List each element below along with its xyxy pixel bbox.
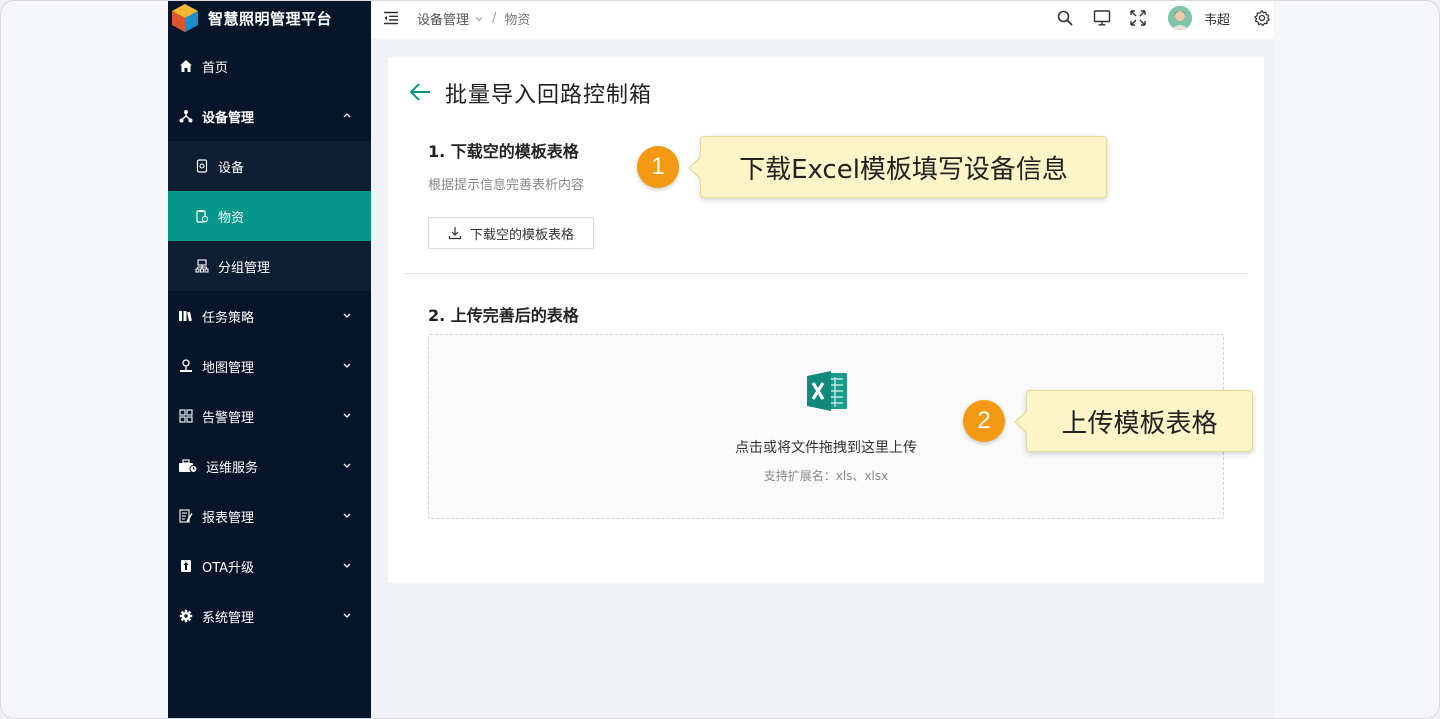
sidebar-item-task-strategy[interactable]: 任务策略 [168,291,371,341]
breadcrumb-current: 物资 [504,13,531,28]
callout-badge-2: 2 [963,400,1005,442]
chevron-down-icon [343,313,351,318]
fullscreen-icon[interactable] [1129,9,1147,27]
download-template-button[interactable]: 下载空的模板表格 [428,217,594,249]
gear-icon[interactable] [1253,9,1271,27]
device-icon [194,158,210,174]
chevron-down-icon [343,363,351,368]
report-icon [178,508,194,524]
dropzone-hint: 支持扩展名：xls、xlsx [763,469,889,483]
step1-title: 1. 下载空的模板表格 [428,142,579,161]
sidebar-item-label: 告警管理 [202,410,255,426]
monitor-icon[interactable] [1093,9,1111,27]
sidebar: 智慧照明管理平台 首页 设备管理 设备 物资 分组管理 任务策略 地图管理 告警… [168,1,371,718]
step1-description: 根据提示信息完善表析内容 [428,178,585,193]
sidebar-item-system-management[interactable]: 系统管理 [168,591,371,641]
sidebar-item-group-management[interactable]: 分组管理 [168,241,371,291]
sidebar-item-label: 运维服务 [206,460,259,476]
sidebar-item-ota-upgrade[interactable]: OTA升级 [168,541,371,591]
chevron-down-icon [343,563,351,568]
brand-title: 智慧照明管理平台 [208,9,333,28]
sidebar-item-label: 分组管理 [218,260,271,276]
sidebar-item-material[interactable]: 物资 [168,191,371,241]
sidebar-item-label: 设备管理 [202,110,255,126]
breadcrumb-device-management[interactable]: 设备管理 [417,9,469,28]
avatar[interactable] [1168,6,1192,30]
material-icon [194,208,210,224]
sidebar-item-label: 物资 [218,210,245,226]
sidebar-item-device[interactable]: 设备 [168,141,371,191]
sidebar-item-label: 首页 [202,60,229,76]
app-shell: 智慧照明管理平台 首页 设备管理 设备 物资 分组管理 任务策略 地图管理 告警… [168,1,1274,718]
chevron-down-icon[interactable] [474,14,484,24]
excel-file-icon [807,371,847,411]
page-title: 批量导入回路控制箱 [445,83,653,108]
breadcrumb: 设备管理 / 物资 [417,9,530,28]
chevron-down-icon [343,513,351,518]
grid-icon [178,408,194,424]
menu-fold-icon[interactable] [383,11,399,25]
step2-title: 2. 上传完善后的表格 [428,306,579,325]
sidebar-item-home[interactable]: 首页 [168,41,371,91]
group-icon [194,258,210,274]
map-pin-icon [178,358,194,374]
sidebar-item-label: 任务策略 [202,310,255,326]
sidebar-item-label: OTA升级 [202,560,255,576]
platform-logo-icon [172,4,198,32]
download-icon [448,227,462,240]
chevron-down-icon [343,463,351,468]
sidebar-item-label: 报表管理 [202,510,255,526]
sidebar-item-ops-service[interactable]: 运维服务 [168,441,371,491]
sidebar-item-map-management[interactable]: 地图管理 [168,341,371,391]
sidebar-item-report-management[interactable]: 报表管理 [168,491,371,541]
sidebar-item-device-management[interactable]: 设备管理 [168,91,371,141]
top-header: 设备管理 / 物资 韦超 [371,1,1274,39]
window-frame: 智慧照明管理平台 首页 设备管理 设备 物资 分组管理 任务策略 地图管理 告警… [0,0,1440,719]
toolbox-icon [178,458,198,474]
chevron-down-icon [343,413,351,418]
home-icon [178,58,194,74]
brand: 智慧照明管理平台 [168,1,371,35]
sidebar-item-label: 地图管理 [202,360,255,376]
back-arrow-icon[interactable] [408,81,432,103]
chevron-down-icon [343,613,351,618]
chevron-up-icon [343,113,351,118]
search-icon[interactable] [1056,9,1074,27]
callout-badge-1: 1 [637,146,679,188]
sidebar-item-label: 系统管理 [202,610,255,626]
sidebar-item-label: 设备 [218,160,245,176]
breadcrumb-separator: / [492,11,497,26]
user-name[interactable]: 韦超 [1204,9,1230,28]
strategy-icon [178,308,194,324]
callout-upload: 上传模板表格 [1014,390,1253,452]
sidebar-item-alarm-management[interactable]: 告警管理 [168,391,371,441]
section-divider [404,273,1248,274]
network-icon [178,108,194,124]
settings-icon [178,608,194,624]
download-template-label: 下载空的模板表格 [469,227,574,243]
callout-download: 下载Excel模板填写设备信息 [688,136,1107,198]
upgrade-icon [178,558,194,574]
